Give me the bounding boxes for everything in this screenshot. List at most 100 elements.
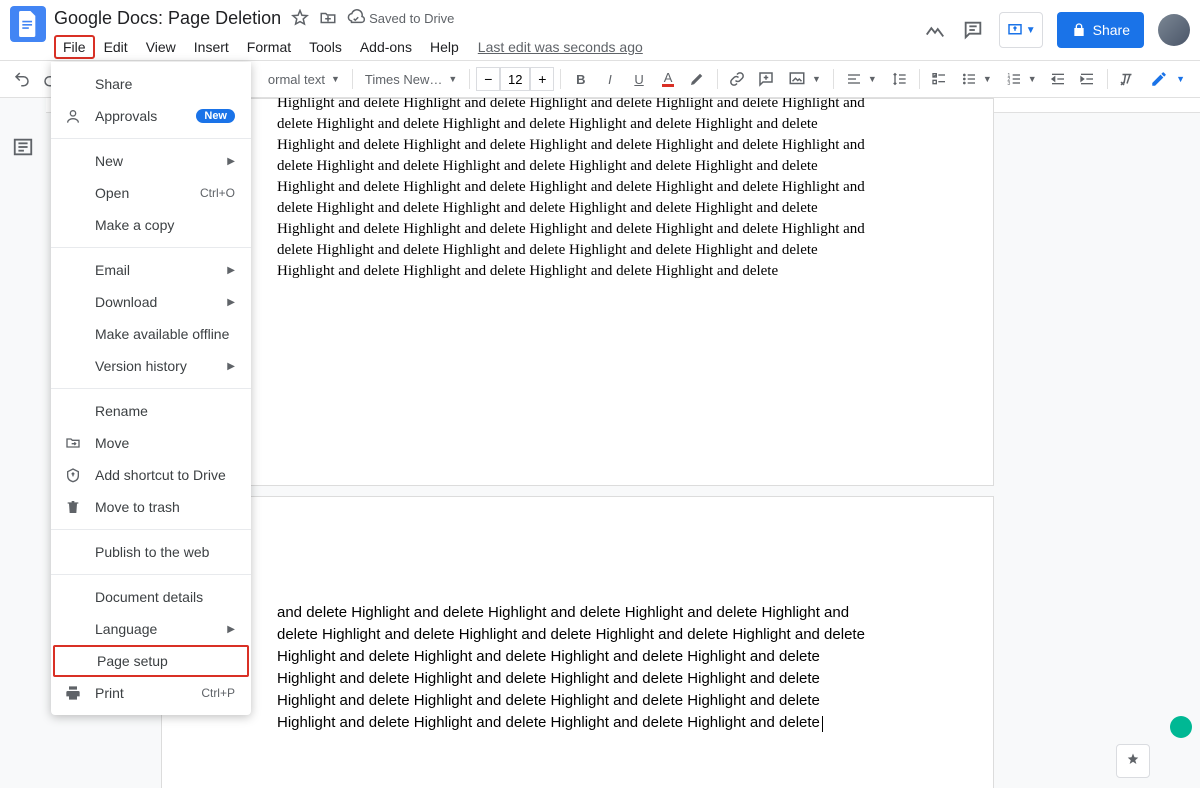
- file-menu-version-history[interactable]: Version history▶: [51, 350, 251, 382]
- menu-item-label: Download: [95, 294, 215, 310]
- submenu-arrow-icon: ▶: [227, 297, 235, 308]
- file-menu-language[interactable]: Language▶: [51, 613, 251, 645]
- link-icon[interactable]: [724, 65, 751, 93]
- menu-item-label: Approvals: [95, 108, 184, 124]
- submenu-arrow-icon: ▶: [227, 265, 235, 276]
- menu-separator: [51, 574, 251, 575]
- file-menu-print[interactable]: PrintCtrl+P: [51, 677, 251, 709]
- last-edit-link[interactable]: Last edit was seconds ago: [478, 39, 643, 55]
- menu-help[interactable]: Help: [421, 35, 468, 59]
- font-size-decrease[interactable]: −: [476, 67, 500, 91]
- file-menu-add-shortcut-to-drive[interactable]: Add shortcut to Drive: [51, 459, 251, 491]
- file-menu-rename[interactable]: Rename: [51, 395, 251, 427]
- document-page[interactable]: and delete Highlight and delete Highligh…: [161, 496, 994, 788]
- page-text: and delete Highlight and delete Highligh…: [277, 604, 865, 731]
- menu-insert[interactable]: Insert: [185, 35, 238, 59]
- menu-separator: [51, 529, 251, 530]
- file-menu-approvals[interactable]: ApprovalsNew: [51, 100, 251, 132]
- submenu-arrow-icon: ▶: [227, 361, 235, 372]
- file-menu-share[interactable]: Share: [51, 68, 251, 100]
- comment-add-icon[interactable]: [753, 65, 780, 93]
- font-size-increase[interactable]: +: [530, 67, 554, 91]
- menu-tools[interactable]: Tools: [300, 35, 351, 59]
- print-icon: [63, 685, 83, 701]
- align-icon[interactable]: ▼: [840, 71, 883, 87]
- file-menu-make-available-offline[interactable]: Make available offline: [51, 318, 251, 350]
- file-menu-make-a-copy[interactable]: Make a copy: [51, 209, 251, 241]
- numbered-list-icon[interactable]: 123▼: [1000, 71, 1043, 87]
- font-select[interactable]: Times New…▼: [359, 72, 463, 87]
- menu-item-label: New: [95, 153, 215, 169]
- file-menu-new[interactable]: New ▶: [51, 145, 251, 177]
- file-menu-move-to-trash[interactable]: Move to trash: [51, 491, 251, 523]
- menu-item-label: Add shortcut to Drive: [95, 467, 235, 483]
- bulleted-list-icon[interactable]: ▼: [955, 71, 998, 87]
- font-label: Times New…: [365, 72, 443, 87]
- shortcut-label: Ctrl+P: [201, 686, 235, 700]
- file-menu-publish-to-the-web[interactable]: Publish to the web: [51, 536, 251, 568]
- shortcut-label: Ctrl+O: [200, 186, 235, 200]
- menu-item-label: Make a copy: [95, 217, 235, 233]
- font-size-input[interactable]: [500, 67, 530, 91]
- svg-text:3: 3: [1007, 81, 1010, 87]
- document-title[interactable]: Google Docs: Page Deletion: [54, 8, 281, 29]
- menu-item-label: Publish to the web: [95, 544, 235, 560]
- outline-toggle-icon[interactable]: [12, 136, 34, 163]
- highlight-icon[interactable]: [684, 65, 711, 93]
- bold-icon[interactable]: B: [567, 65, 594, 93]
- page-content[interactable]: and delete Highlight and delete Highligh…: [162, 497, 993, 734]
- editing-mode-button[interactable]: ▼: [1143, 65, 1192, 93]
- comments-icon[interactable]: [961, 18, 985, 42]
- menu-item-label: Page setup: [97, 653, 233, 669]
- undo-icon[interactable]: [8, 65, 35, 93]
- present-button[interactable]: ▼: [999, 12, 1043, 48]
- file-menu-download[interactable]: Download ▶: [51, 286, 251, 318]
- menu-item-label: Make available offline: [95, 326, 235, 342]
- indent-decrease-icon[interactable]: [1045, 65, 1072, 93]
- paragraph-style-label: ormal text: [268, 72, 325, 87]
- checklist-icon[interactable]: [926, 65, 953, 93]
- menu-item-label: Move to trash: [95, 499, 235, 515]
- move-icon[interactable]: [319, 9, 337, 27]
- indent-increase-icon[interactable]: [1074, 65, 1101, 93]
- file-menu-email[interactable]: Email▶: [51, 254, 251, 286]
- file-menu-dropdown: ShareApprovalsNew New ▶ Open Ctrl+O Make a co…: [51, 62, 251, 715]
- docs-logo[interactable]: [10, 6, 46, 42]
- menu-item-label: Language: [95, 621, 215, 637]
- menu-view[interactable]: View: [137, 35, 185, 59]
- menu-format[interactable]: Format: [238, 35, 300, 59]
- underline-icon[interactable]: U: [625, 65, 652, 93]
- clear-formatting-icon[interactable]: [1114, 65, 1141, 93]
- saved-text: Saved to Drive: [369, 11, 454, 26]
- explore-button[interactable]: [1116, 744, 1150, 778]
- line-spacing-icon[interactable]: [885, 71, 913, 87]
- share-label: Share: [1093, 22, 1130, 38]
- menu-edit[interactable]: Edit: [95, 35, 137, 59]
- paragraph-style-select[interactable]: ormal text▼: [262, 72, 346, 87]
- menu-separator: [51, 388, 251, 389]
- page-content[interactable]: Highlight and delete Highlight and delet…: [162, 98, 993, 282]
- submenu-arrow-icon: ▶: [227, 156, 235, 167]
- menu-item-label: Document details: [95, 589, 235, 605]
- document-page[interactable]: Highlight and delete Highlight and delet…: [161, 98, 994, 486]
- menu-file[interactable]: File: [54, 35, 95, 59]
- text-color-icon[interactable]: A: [655, 65, 682, 93]
- file-menu-move[interactable]: Move: [51, 427, 251, 459]
- menu-separator: [51, 247, 251, 248]
- account-avatar[interactable]: [1158, 14, 1190, 46]
- menu-item-label: Move: [95, 435, 235, 451]
- file-menu-open[interactable]: Open Ctrl+O: [51, 177, 251, 209]
- menu-add-ons[interactable]: Add-ons: [351, 35, 421, 59]
- menu-item-label: Open: [95, 185, 188, 201]
- menu-separator: [51, 138, 251, 139]
- star-icon[interactable]: [291, 9, 309, 27]
- image-insert-icon[interactable]: ▼: [782, 70, 827, 88]
- italic-icon[interactable]: I: [596, 65, 623, 93]
- move-icon: [63, 435, 83, 451]
- share-button[interactable]: Share: [1057, 12, 1144, 48]
- chat-badge-icon[interactable]: [1170, 716, 1192, 738]
- activity-icon[interactable]: [923, 18, 947, 42]
- trash-icon: [63, 499, 83, 515]
- file-menu-document-details[interactable]: Document details: [51, 581, 251, 613]
- file-menu-page-setup[interactable]: Page setup: [53, 645, 249, 677]
